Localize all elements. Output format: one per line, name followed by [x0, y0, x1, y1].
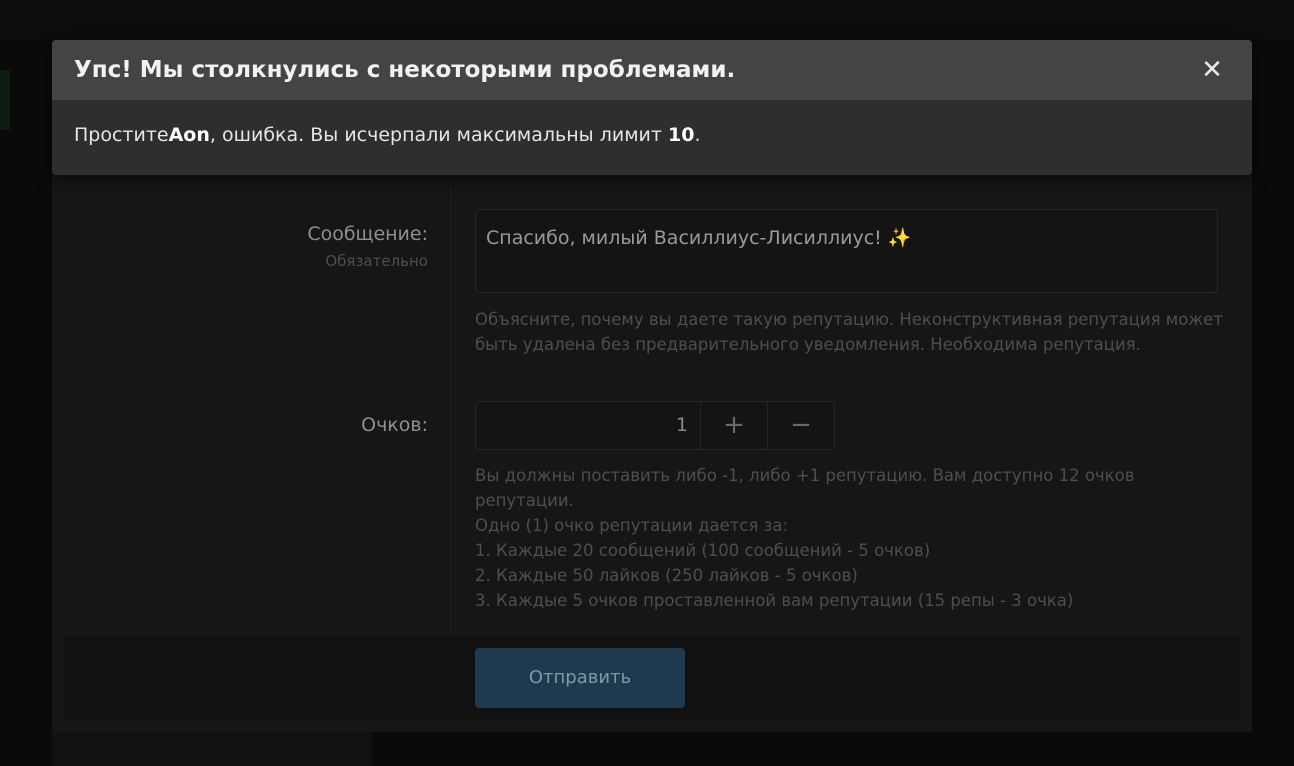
message-label: Сообщение:: [307, 223, 428, 245]
error-message-limit: 10: [668, 124, 695, 146]
points-label: Очков:: [361, 414, 428, 436]
points-hint-line: Одно (1) очко репутации дается за:: [475, 516, 789, 535]
error-message-prefix: Простите: [74, 124, 169, 146]
message-hint-line: Объясните, почему вы даете такую репутац…: [475, 310, 1223, 329]
background-top-bar: [0, 0, 1294, 40]
page: Сообщение: Обязательно Спасибо, милый Ва…: [0, 0, 1294, 766]
error-dialog-title: Упс! Мы столкнулись с некоторыми проблем…: [74, 57, 736, 83]
error-message-suffix: .: [694, 124, 701, 146]
points-input[interactable]: 1: [476, 402, 701, 449]
message-hint-line: быть удалена без предварительного уведом…: [475, 335, 1141, 354]
message-hint: Объясните, почему вы даете такую репутац…: [475, 307, 1225, 357]
form-column-divider: [450, 175, 451, 636]
reputation-form: Сообщение: Обязательно Спасибо, милый Ва…: [52, 150, 1252, 732]
background-accent: [0, 70, 10, 130]
message-required-label: Обязательно: [325, 252, 428, 270]
points-hint-line: Вы должны поставить либо -1, либо +1 реп…: [475, 466, 1135, 485]
sparkles-icon: ✨: [887, 227, 912, 249]
close-icon[interactable]: ✕: [1198, 56, 1226, 84]
error-message: ПроститеAon, ошибка. Вы исчерпали максим…: [74, 124, 701, 146]
submit-button[interactable]: Отправить: [475, 648, 685, 708]
error-message-username: Aon: [168, 124, 210, 146]
points-stepper: 1 + −: [475, 401, 835, 450]
increment-button[interactable]: +: [701, 402, 768, 449]
points-hint-line: 2. Каждые 50 лайков (250 лайков - 5 очко…: [475, 566, 858, 585]
points-hint: Вы должны поставить либо -1, либо +1 реп…: [475, 463, 1225, 613]
error-message-middle: , ошибка. Вы исчерпали максимальны лимит: [209, 124, 668, 146]
decrement-button[interactable]: −: [768, 402, 834, 449]
error-dialog: Упс! Мы столкнулись с некоторыми проблем…: [52, 40, 1252, 175]
points-hint-line: 1. Каждые 20 сообщений (100 сообщений - …: [475, 541, 931, 560]
message-textarea[interactable]: Спасибо, милый Василлиус-Лисиллиус! ✨: [475, 209, 1218, 293]
points-hint-line: 3. Каждые 5 очков проставленной вам репу…: [475, 591, 1074, 610]
error-dialog-header: Упс! Мы столкнулись с некоторыми проблем…: [52, 40, 1252, 100]
message-text: Спасибо, милый Василлиус-Лисиллиус!: [486, 227, 882, 249]
background-bottom-bar: [52, 732, 372, 766]
points-hint-line: репутации.: [475, 491, 574, 510]
